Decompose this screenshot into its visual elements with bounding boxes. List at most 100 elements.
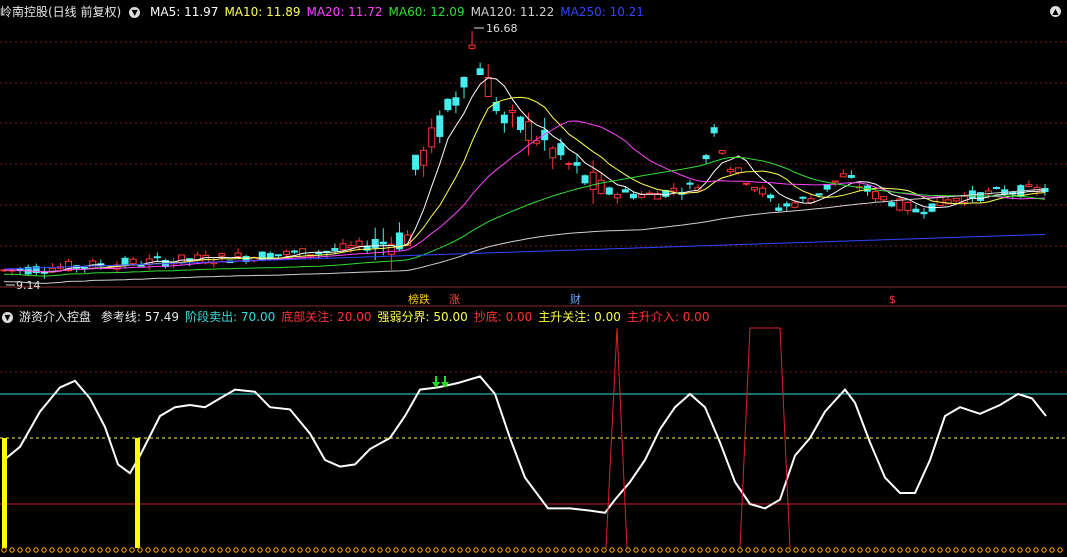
low-price-label: 9.14: [16, 279, 41, 292]
candle-body: [291, 250, 299, 253]
bottom-dot: [337, 547, 343, 553]
indicator-param: 主升关注: 0.00: [538, 310, 621, 324]
candle-body: [686, 182, 694, 185]
candle-body: [613, 194, 621, 199]
bottom-dot: [609, 547, 615, 553]
candle-body: [831, 180, 839, 183]
signal-pulse: [605, 327, 628, 549]
bottom-dot: [257, 547, 263, 553]
candle-body: [759, 187, 767, 195]
candle-body: [791, 202, 799, 208]
candle-body: [500, 114, 508, 124]
candle-body: [339, 243, 347, 251]
candle-body: [412, 154, 420, 170]
bottom-dot: [809, 547, 815, 553]
bottom-dot: [937, 547, 943, 553]
ma20-line: [4, 120, 1046, 273]
bottom-dot: [737, 547, 743, 553]
ma-legend: MA5: 11.97 MA10: 11.89 MA20: 11.72 MA60: 12…: [150, 5, 650, 19]
bottom-dot: [377, 547, 383, 553]
bottom-dot: [673, 547, 679, 553]
candle-body: [912, 208, 920, 213]
candle-body: [815, 193, 823, 196]
bottom-dot: [41, 547, 47, 553]
candle-body: [355, 240, 363, 247]
bottom-dot: [513, 547, 519, 553]
bottom-dot: [273, 547, 279, 553]
indicator-param: 强弱分界: 50.00: [377, 310, 468, 324]
bottom-dot: [121, 547, 127, 553]
candle-body: [274, 254, 282, 257]
bottom-dot: [17, 547, 23, 553]
chart-canvas[interactable]: 16.68 9.14 榜跌 涨 财 $: [0, 0, 1067, 557]
bottom-dot: [9, 547, 15, 553]
bottom-dot: [993, 547, 999, 553]
bottom-dot: [665, 547, 671, 553]
high-price-label: 16.68: [486, 22, 518, 35]
bottom-dot: [313, 547, 319, 553]
bottom-dot: [441, 547, 447, 553]
candle-body: [508, 109, 516, 113]
bottom-dot: [841, 547, 847, 553]
event-tag: $: [889, 293, 896, 306]
bottom-dot: [81, 547, 87, 553]
bottom-dot: [465, 547, 471, 553]
bottom-dot: [201, 547, 207, 553]
main-panel-header: 岭南控股(日线 前复权) ▼ MA5: 11.97 MA10: 11.89 MA20:…: [0, 2, 656, 22]
stock-title[interactable]: 岭南控股(日线 前复权): [0, 5, 121, 19]
bottom-dot: [49, 547, 55, 553]
candle-body: [525, 121, 533, 141]
ma60-line: [4, 156, 1046, 277]
bottom-dot: [769, 547, 775, 553]
chevron-down-icon[interactable]: ▼: [129, 7, 141, 18]
bottom-dot: [105, 547, 111, 553]
bottom-dot: [801, 547, 807, 553]
bottom-dot: [689, 547, 695, 553]
bottom-dot: [393, 547, 399, 553]
bottom-dot: [1049, 547, 1055, 553]
candle-body: [718, 150, 726, 154]
bottom-dot: [753, 547, 759, 553]
bottom-dot: [521, 547, 527, 553]
ma-legend-item: MA250: 10.21: [560, 5, 644, 19]
indicator-title[interactable]: 游资介入控盘: [19, 310, 91, 324]
bottom-dot: [33, 547, 39, 553]
bottom-dot: [457, 547, 463, 553]
bottom-dot: [897, 547, 903, 553]
candle-body: [484, 77, 492, 97]
candle-body: [129, 258, 137, 265]
event-tag: 涨: [449, 293, 460, 306]
candle-body: [516, 116, 524, 130]
candle-body: [460, 76, 468, 88]
bottom-dot: [569, 547, 575, 553]
bottom-dot: [889, 547, 895, 553]
bottom-dot: [857, 547, 863, 553]
bottom-dot: [289, 547, 295, 553]
bottom-dot: [1057, 547, 1063, 553]
candle-body: [371, 239, 379, 249]
bottom-dot: [489, 547, 495, 553]
ma-legend-item: MA20: 11.72: [306, 5, 383, 19]
bottom-dot: [281, 547, 287, 553]
bottom-dot: [369, 547, 375, 553]
bottom-dot: [209, 547, 215, 553]
event-tag: 榜跌: [408, 292, 430, 306]
bottom-dot: [913, 547, 919, 553]
bottom-dot: [153, 547, 159, 553]
collapse-up-icon[interactable]: ▲: [1050, 6, 1061, 17]
bottom-dot: [617, 547, 623, 553]
bottom-dot: [385, 547, 391, 553]
bottom-dot: [1009, 547, 1015, 553]
candle-body: [234, 252, 242, 257]
bottom-dot: [481, 547, 487, 553]
bottom-dot: [969, 547, 975, 553]
bottom-dot: [633, 547, 639, 553]
candle-body: [952, 197, 960, 202]
bottom-dot: [1025, 547, 1031, 553]
bottom-dot: [145, 547, 151, 553]
bottom-dot: [585, 547, 591, 553]
ma-legend-item: MA5: 11.97: [150, 5, 219, 19]
gear-icon[interactable]: ▼: [2, 312, 13, 323]
bottom-dot: [833, 547, 839, 553]
bottom-dot: [89, 547, 95, 553]
